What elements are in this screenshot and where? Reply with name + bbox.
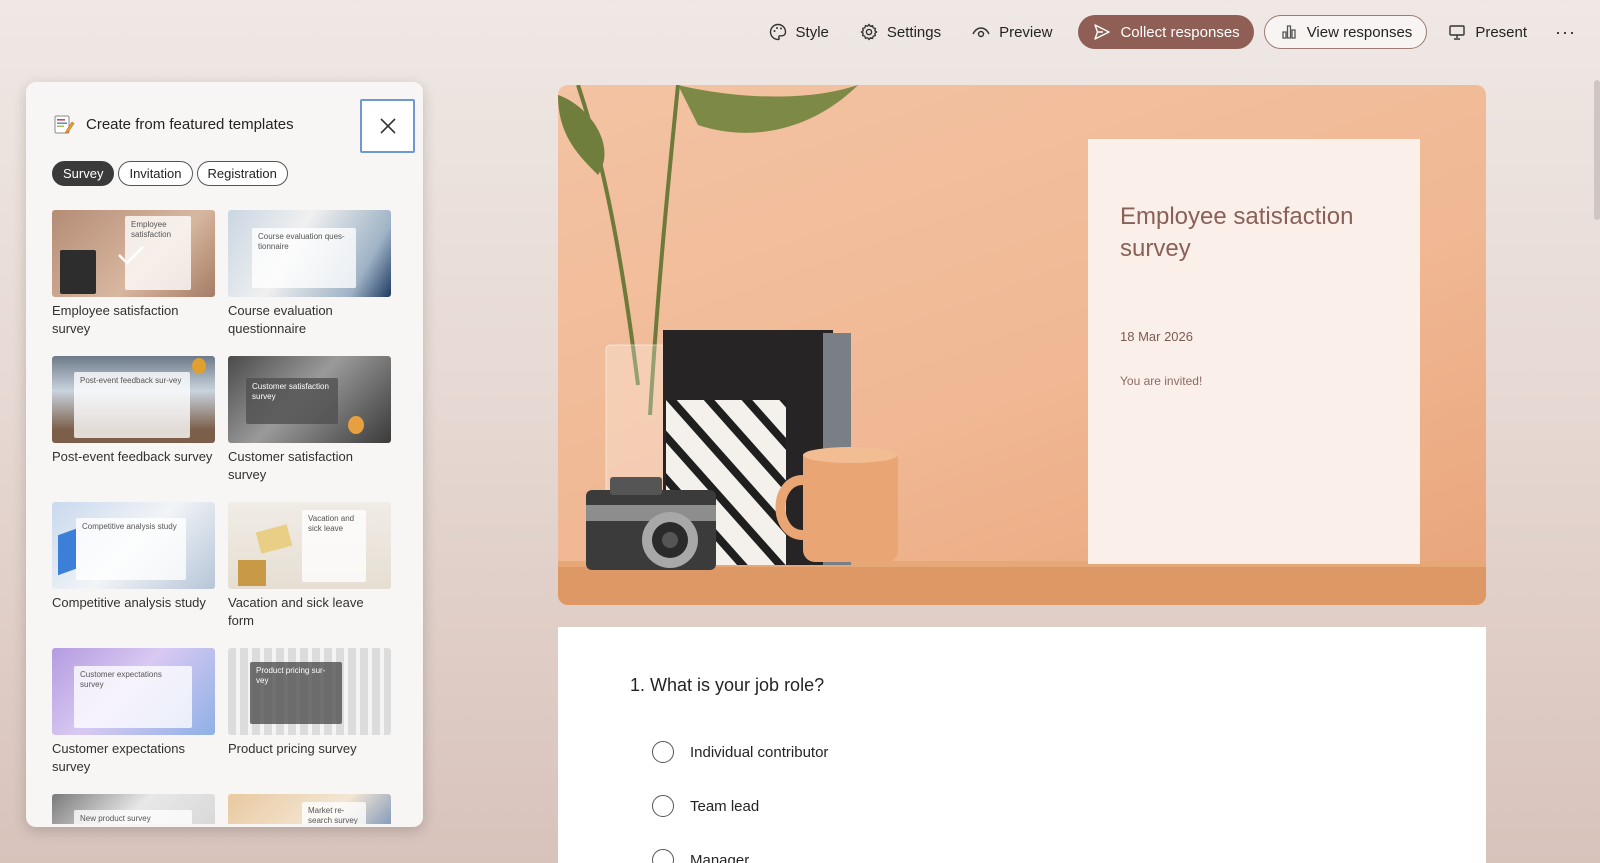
template-card-customer-expectations[interactable]: Customer expectations survey Customer ex… (52, 648, 215, 794)
template-thumbnail: Customer satisfaction survey (228, 356, 391, 443)
thumb-notebook (60, 250, 96, 294)
form-question-card: 1. What is your job role? Individual con… (558, 627, 1486, 863)
more-options-icon: ··· (1555, 21, 1576, 42)
form-hero-banner: Employee satisfaction survey 18 Mar 2026… (558, 85, 1486, 605)
template-thumbnail: Course evaluation ques-tionnaire (228, 210, 391, 297)
thumb-balloon (192, 358, 206, 374)
close-panel-button[interactable] (360, 99, 415, 153)
template-thumbnail: Competitive analysis study (52, 502, 215, 589)
answer-option[interactable]: Individual contributor (652, 725, 828, 779)
answer-option[interactable]: Manager (652, 833, 828, 863)
checkmark-icon (118, 246, 144, 265)
preview-button[interactable]: Preview (961, 15, 1062, 49)
form-date: 18 Mar 2026 (1120, 329, 1193, 344)
template-thumbnail: Vacation and sick leave (228, 502, 391, 589)
style-button[interactable]: Style (758, 15, 839, 49)
radio-button[interactable] (652, 741, 674, 763)
template-card-vacation-leave[interactable]: Vacation and sick leave Vacation and sic… (228, 502, 391, 648)
answer-options: Individual contributor Team lead Manager (652, 725, 828, 863)
answer-option[interactable]: Team lead (652, 779, 828, 833)
presentation-icon (1449, 25, 1466, 40)
template-card-post-event-feedback[interactable]: Post-event feedback sur-vey Post-event f… (52, 356, 215, 502)
present-button[interactable]: Present (1437, 15, 1537, 49)
collect-responses-label: Collect responses (1120, 23, 1240, 41)
form-title-card: Employee satisfaction survey 18 Mar 2026… (1088, 139, 1420, 564)
panel-title: Create from featured templates (86, 115, 294, 133)
thumb-note (255, 524, 293, 554)
thumb-caption: Vacation and sick leave (302, 510, 366, 582)
chip-survey[interactable]: Survey (52, 161, 115, 186)
template-card-course-evaluation[interactable]: Course evaluation ques-tionnaire Course … (228, 210, 391, 356)
settings-label: Settings (886, 23, 942, 41)
palette-icon (769, 23, 786, 41)
thumb-fruit (348, 416, 364, 434)
thumb-caption: Market re-search survey (302, 802, 366, 824)
template-thumbnail: Product pricing sur-vey (228, 648, 391, 735)
template-thumbnail: Employee satisfaction (52, 210, 215, 297)
chip-registration[interactable]: Registration (196, 161, 288, 186)
thumb-caption: New product survey (74, 810, 192, 824)
settings-button[interactable]: Settings (849, 15, 951, 49)
style-label: Style (795, 23, 829, 41)
templates-panel: Create from featured templates Survey In… (26, 82, 423, 827)
close-icon (379, 118, 396, 134)
radio-button[interactable] (652, 849, 674, 863)
answer-option-label: Individual contributor (690, 743, 829, 761)
template-card-new-product[interactable]: New product survey (52, 794, 215, 824)
thumb-plant (238, 560, 266, 586)
view-responses-button[interactable]: View responses (1263, 15, 1428, 49)
template-title: Customer expectations survey (52, 741, 185, 774)
send-icon (1094, 24, 1111, 40)
thumb-caption: Post-event feedback sur-vey (74, 372, 190, 438)
answer-option-label: Team lead (690, 797, 760, 815)
template-title: Customer satisfaction survey (228, 449, 353, 482)
question-title[interactable]: 1. What is your job role? (630, 675, 824, 696)
more-options-button[interactable]: ··· (1547, 15, 1584, 49)
template-card-product-pricing[interactable]: Product pricing sur-vey Product pricing … (228, 648, 391, 794)
bar-chart-icon (1282, 25, 1296, 39)
template-thumbnail: New product survey (52, 794, 215, 824)
thumb-caption: Customer expectations survey (74, 666, 192, 728)
page-scrollbar[interactable] (1594, 80, 1600, 220)
chip-invitation[interactable]: Invitation (118, 161, 193, 186)
panel-header: Create from featured templates (52, 112, 294, 136)
thumb-accent (58, 528, 76, 576)
template-title: Competitive analysis study (52, 595, 206, 610)
template-grid: Employee satisfaction Employee satisfact… (52, 210, 392, 824)
thumb-caption: Competitive analysis study (76, 518, 186, 580)
thumb-caption: Product pricing sur-vey (250, 662, 342, 724)
radio-button[interactable] (652, 795, 674, 817)
view-responses-label: View responses (1306, 23, 1413, 41)
preview-label: Preview (999, 23, 1053, 41)
thumb-caption: Course evaluation ques-tionnaire (252, 228, 356, 288)
eye-icon (972, 27, 990, 38)
thumb-caption: Customer satisfaction survey (246, 378, 338, 424)
collect-responses-button[interactable]: Collect responses (1078, 15, 1254, 49)
template-card-employee-satisfaction[interactable]: Employee satisfaction Employee satisfact… (52, 210, 215, 356)
template-title: Post-event feedback survey (52, 449, 213, 464)
template-title: Product pricing survey (228, 741, 357, 756)
gear-icon (860, 23, 878, 41)
answer-option-label: Manager (690, 851, 750, 863)
form-title[interactable]: Employee satisfaction survey (1120, 201, 1388, 265)
template-thumbnail: Post-event feedback sur-vey (52, 356, 215, 443)
template-card-customer-satisfaction[interactable]: Customer satisfaction survey Customer sa… (228, 356, 391, 502)
template-icon (54, 115, 75, 134)
category-chips: Survey Invitation Registration (52, 161, 288, 186)
form-description[interactable]: You are invited! (1120, 374, 1388, 388)
top-toolbar: Style Settings Preview Collect responses… (758, 14, 1584, 50)
template-card-competitive-analysis[interactable]: Competitive analysis study Competitive a… (52, 502, 215, 648)
template-thumbnail: Customer expectations survey (52, 648, 215, 735)
present-label: Present (1475, 23, 1528, 41)
template-thumbnail: Market re-search survey (228, 794, 391, 824)
template-title: Vacation and sick leave form (228, 595, 364, 628)
template-title: Course evaluation questionnaire (228, 303, 333, 336)
template-card-market-research[interactable]: Market re-search survey (228, 794, 391, 824)
template-title: Employee satisfaction survey (52, 303, 179, 336)
